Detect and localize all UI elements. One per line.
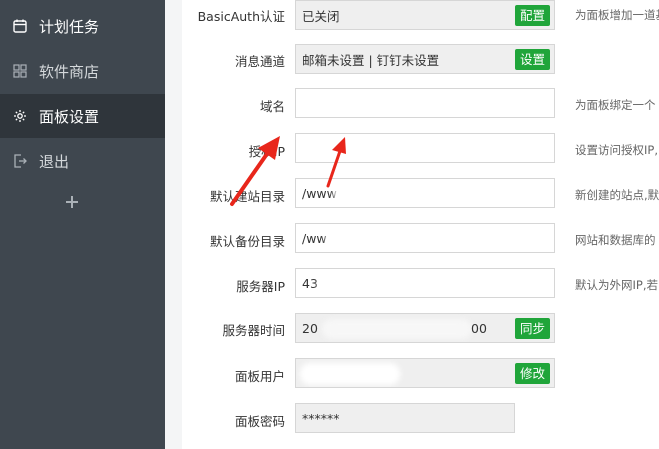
sidebar: 计划任务 软件商店 面板设置 退出 — [0, 0, 165, 449]
server-ip-hint: 默认为外网IP,若 — [575, 278, 658, 292]
logout-icon — [12, 153, 28, 169]
sidebar-item-label: 面板设置 — [39, 107, 100, 126]
basic-auth-value: 已关闭 — [302, 8, 340, 24]
sidebar-item-label: 退出 — [39, 152, 70, 171]
redaction-blur — [334, 183, 404, 205]
default-backup-dir-hint: 网站和数据库的 — [575, 233, 656, 247]
default-backup-dir-input[interactable]: /ww — [295, 223, 555, 253]
auth-ip-hint: 设置访问授权IP, — [575, 143, 658, 157]
redaction-blur — [300, 363, 400, 385]
domain-label: 域名 — [259, 99, 285, 114]
server-time-value-end: 00 — [471, 320, 487, 336]
sync-time-button[interactable]: 同步 — [514, 318, 550, 339]
message-channel-set-button[interactable]: 设置 — [514, 49, 550, 70]
server-time-field: 20 00 同步 — [295, 313, 555, 343]
sidebar-item-settings[interactable]: 面板设置 — [0, 94, 165, 138]
gear-icon — [12, 108, 28, 124]
calendar-icon — [12, 18, 28, 34]
sidebar-item-store[interactable]: 软件商店 — [0, 49, 165, 93]
basic-auth-field: 已关闭 配置 — [295, 0, 555, 30]
default-backup-dir-label: 默认备份目录 — [209, 234, 285, 249]
redaction-blur — [326, 228, 436, 250]
server-ip-value: 43 — [302, 275, 318, 291]
default-site-dir-value: /www — [302, 185, 337, 201]
sidebar-item-logout[interactable]: 退出 — [0, 139, 165, 183]
modify-user-button[interactable]: 修改 — [514, 363, 550, 384]
message-channel-value: 邮箱未设置 | 钉钉未设置 — [302, 52, 440, 68]
panel-user-label: 面板用户 — [234, 369, 285, 384]
server-time-value-start: 20 — [302, 320, 318, 336]
default-site-dir-hint: 新创建的站点,默 — [575, 188, 659, 202]
server-ip-label: 服务器IP — [236, 279, 285, 294]
panel-password-field: ****** — [295, 403, 515, 433]
default-site-dir-input[interactable]: /www — [295, 178, 555, 208]
auth-ip-label: 授权IP — [248, 144, 285, 159]
plus-icon[interactable] — [64, 194, 80, 210]
panel-password-label: 面板密码 — [234, 414, 285, 429]
sidebar-item-label: 计划任务 — [39, 17, 100, 36]
message-channel-field: 邮箱未设置 | 钉钉未设置 设置 — [295, 44, 555, 74]
message-channel-label: 消息通道 — [234, 54, 285, 69]
default-backup-dir-value: /ww — [302, 230, 327, 246]
basic-auth-config-button[interactable]: 配置 — [514, 5, 550, 26]
panel-user-field: 修改 — [295, 358, 555, 388]
content-gutter — [165, 0, 182, 449]
domain-input[interactable] — [295, 88, 555, 118]
redaction-blur — [318, 273, 436, 295]
default-site-dir-label: 默认建站目录 — [209, 189, 285, 204]
server-time-label: 服务器时间 — [222, 323, 285, 338]
redaction-blur — [322, 319, 472, 339]
sidebar-item-label: 软件商店 — [39, 62, 100, 81]
grid-icon — [12, 63, 28, 79]
basic-auth-label: BasicAuth认证 — [197, 9, 285, 24]
server-ip-input[interactable]: 43 — [295, 268, 555, 298]
basic-auth-hint: 为面板增加一道基 — [575, 8, 659, 22]
auth-ip-input[interactable] — [295, 133, 555, 163]
domain-hint: 为面板绑定一个 — [575, 98, 656, 112]
sidebar-item-cron[interactable]: 计划任务 — [0, 4, 165, 48]
